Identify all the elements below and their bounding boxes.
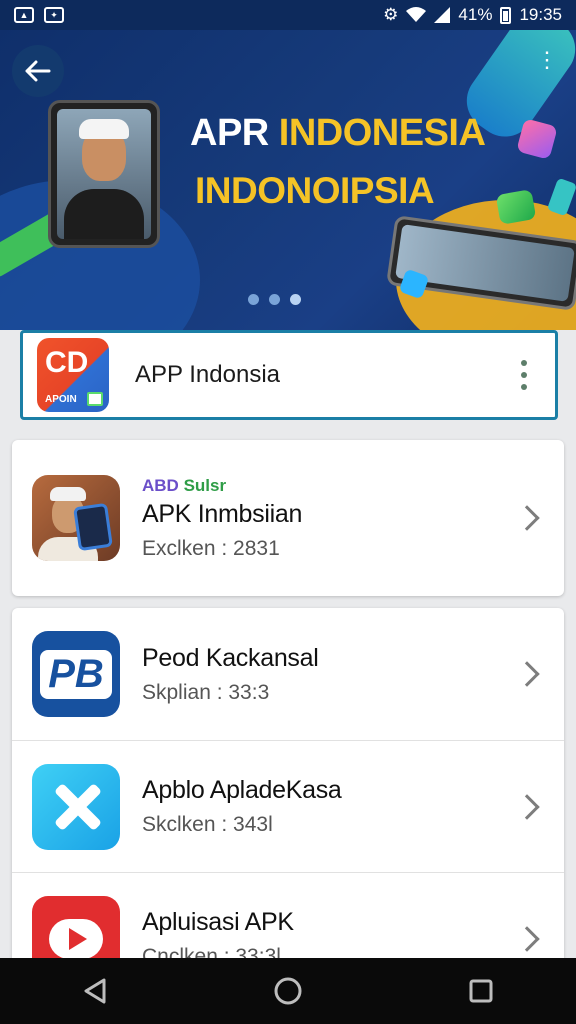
featured-app-icon: CD APOIN: [37, 338, 109, 412]
app-title: Apluisasi APK: [142, 908, 294, 936]
app-subtitle: Skplian : 33:3: [142, 680, 270, 704]
featured-more-button[interactable]: [521, 360, 527, 390]
chevron-right-icon: [514, 793, 540, 820]
decor-app-cube: [546, 177, 576, 217]
chevron-right-icon: [514, 661, 540, 687]
carousel-indicator: [248, 294, 301, 305]
app-list-card: PB Peod Kackansal Skplian : 33:3 Apblo A…: [12, 608, 564, 968]
hero-subtitle: INDONOIPSIA: [195, 170, 435, 211]
clock: 19:35: [519, 5, 562, 24]
hero-banner[interactable]: APR INDONESIA INDONOIPSIA ⋮: [0, 30, 576, 330]
wifi-icon: [406, 7, 427, 22]
app-subtitle: Exclken : 2831: [142, 536, 280, 560]
list-item[interactable]: PB Peod Kackansal Skplian : 33:3: [12, 608, 564, 740]
nav-recents-button[interactable]: [468, 978, 494, 1004]
arrow-left-icon: [25, 60, 51, 82]
featured-app-bar[interactable]: CD APOIN APP Indonsia: [20, 330, 558, 420]
signal-icon: [434, 7, 451, 23]
list-item[interactable]: ABD Sulsr APK Inmbsiian Exclken : 2831: [12, 440, 564, 596]
app-title: Apblo ApladeKasa: [142, 776, 342, 804]
app-title: Peod Kackansal: [142, 643, 319, 672]
carousel-dot-active[interactable]: [290, 294, 301, 305]
battery-percent: 41%: [458, 5, 493, 24]
nav-home-button[interactable]: [273, 976, 303, 1006]
back-button[interactable]: [12, 45, 64, 97]
decor-app-cube: [516, 118, 558, 160]
carousel-dot[interactable]: [269, 294, 280, 305]
hero-title: APR INDONESIA: [190, 112, 486, 154]
featured-app-label: APP Indonsia: [135, 361, 280, 388]
phone-illustration: [48, 100, 160, 248]
app-tag: ABD Sulsr: [142, 475, 227, 495]
pb-logo-icon: PB: [32, 631, 120, 717]
battery-icon: [500, 6, 512, 24]
person-tablet-icon: [32, 475, 120, 561]
x-arrow-icon: [32, 763, 120, 850]
list-item[interactable]: Apluisasi APK Cnclken : 33:3l: [12, 872, 564, 968]
app-notification-icon: ✦: [44, 7, 64, 23]
overflow-menu-button[interactable]: ⋮: [536, 49, 558, 71]
app-title: APK Inmbsiian: [142, 499, 303, 528]
gallery-notification-icon: ▲: [14, 7, 34, 23]
app-subtitle: Skclken : 343l: [142, 813, 273, 836]
chevron-right-icon: [514, 505, 540, 531]
chevron-right-icon: [514, 925, 540, 952]
carousel-dot[interactable]: [248, 294, 259, 305]
system-nav-bar: [0, 958, 576, 1024]
app-card: ABD Sulsr APK Inmbsiian Exclken : 2831: [12, 440, 564, 596]
decor-app-cube: [495, 189, 537, 225]
status-bar: ▲ ✦ ⚙ 41% 19:35: [0, 0, 576, 30]
nav-back-button[interactable]: [82, 977, 108, 1005]
bug-icon: ⚙: [383, 5, 399, 24]
list-item[interactable]: Apblo ApladeKasa Skclken : 343l: [12, 740, 564, 872]
